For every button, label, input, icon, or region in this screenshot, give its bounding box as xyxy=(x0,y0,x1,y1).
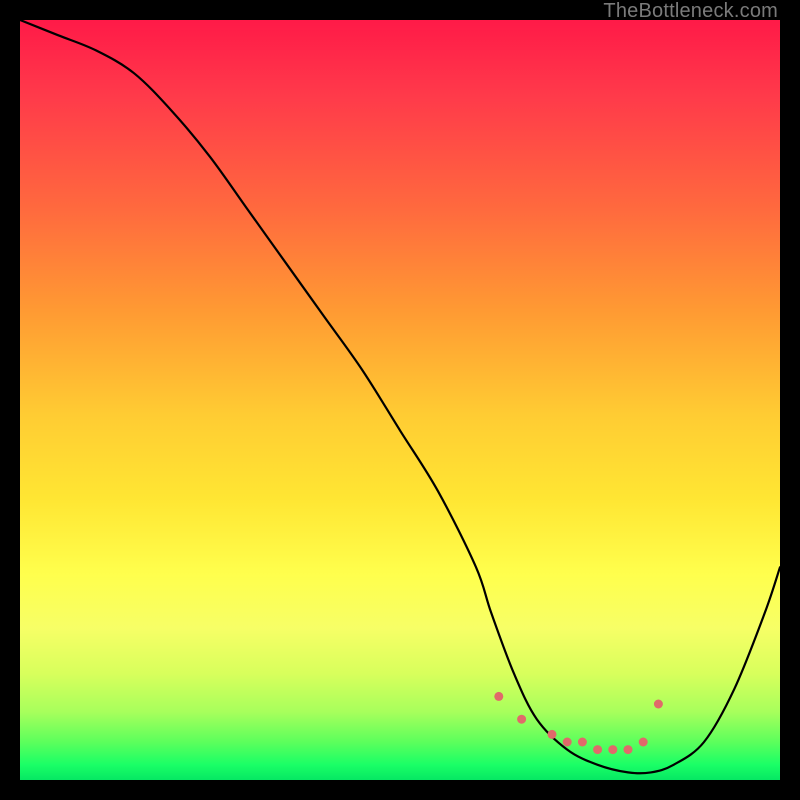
marker-dot xyxy=(578,738,587,747)
marker-dot xyxy=(494,692,503,701)
marker-dot xyxy=(654,700,663,709)
marker-dot xyxy=(624,745,633,754)
marker-dot xyxy=(548,730,557,739)
marker-dot xyxy=(593,745,602,754)
bottleneck-curve-line xyxy=(20,20,780,773)
marker-dot xyxy=(517,715,526,724)
optimal-range-markers xyxy=(494,692,663,754)
marker-dot xyxy=(563,738,572,747)
marker-dot xyxy=(608,745,617,754)
marker-dot xyxy=(639,738,648,747)
chart-svg xyxy=(20,20,780,780)
chart-plot-area xyxy=(20,20,780,780)
outer-black-frame: TheBottleneck.com xyxy=(0,0,800,800)
